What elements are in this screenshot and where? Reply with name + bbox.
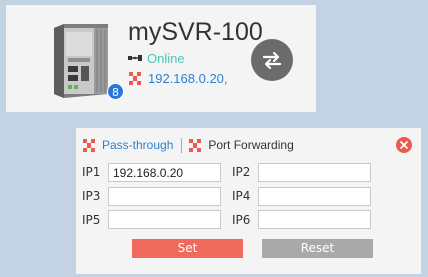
ip1-label: IP1: [82, 165, 101, 179]
ip3-input[interactable]: [108, 187, 221, 206]
reset-button[interactable]: Reset: [262, 239, 373, 258]
ip6-input[interactable]: [258, 210, 371, 229]
ip5-input[interactable]: [108, 210, 221, 229]
device-card: 8 mySVR-100 Online 192.168.0.20,: [6, 5, 316, 112]
network-icon: [189, 138, 202, 152]
network-icon: [83, 138, 95, 152]
tab-port-forwarding[interactable]: Port Forwarding: [188, 138, 294, 152]
ip5-label: IP5: [82, 213, 101, 227]
pass-through-panel: Pass-through Port Forwarding IP1 IP2 IP3…: [76, 128, 421, 274]
ip2-label: IP2: [232, 165, 251, 179]
tab-label: Pass-through: [102, 138, 174, 152]
ip2-input[interactable]: [258, 163, 371, 182]
ip3-label: IP3: [82, 189, 101, 203]
set-button[interactable]: Set: [132, 239, 243, 258]
network-icon: [129, 71, 141, 85]
tab-divider: [181, 137, 183, 153]
ethernet-icon: [128, 55, 142, 61]
ip4-label: IP4: [232, 189, 251, 203]
ip1-input[interactable]: [108, 163, 221, 182]
close-icon: [400, 141, 408, 149]
ip-row: 192.168.0.20,: [128, 70, 228, 86]
status-row: Online: [128, 50, 185, 66]
ip4-input[interactable]: [258, 187, 371, 206]
tab-label: Port Forwarding: [208, 138, 294, 152]
tab-pass-through[interactable]: Pass-through: [82, 138, 173, 152]
device-name: mySVR-100: [128, 18, 263, 46]
device-status: Online: [147, 50, 185, 66]
notification-badge: 8: [107, 83, 124, 100]
device-ip: 192.168.0.20,: [148, 70, 228, 86]
close-button[interactable]: [396, 137, 412, 153]
panel-tabs: Pass-through Port Forwarding: [82, 134, 294, 156]
swap-arrows-icon: [262, 51, 282, 70]
ip6-label: IP6: [232, 213, 251, 227]
swap-button[interactable]: [251, 39, 293, 81]
